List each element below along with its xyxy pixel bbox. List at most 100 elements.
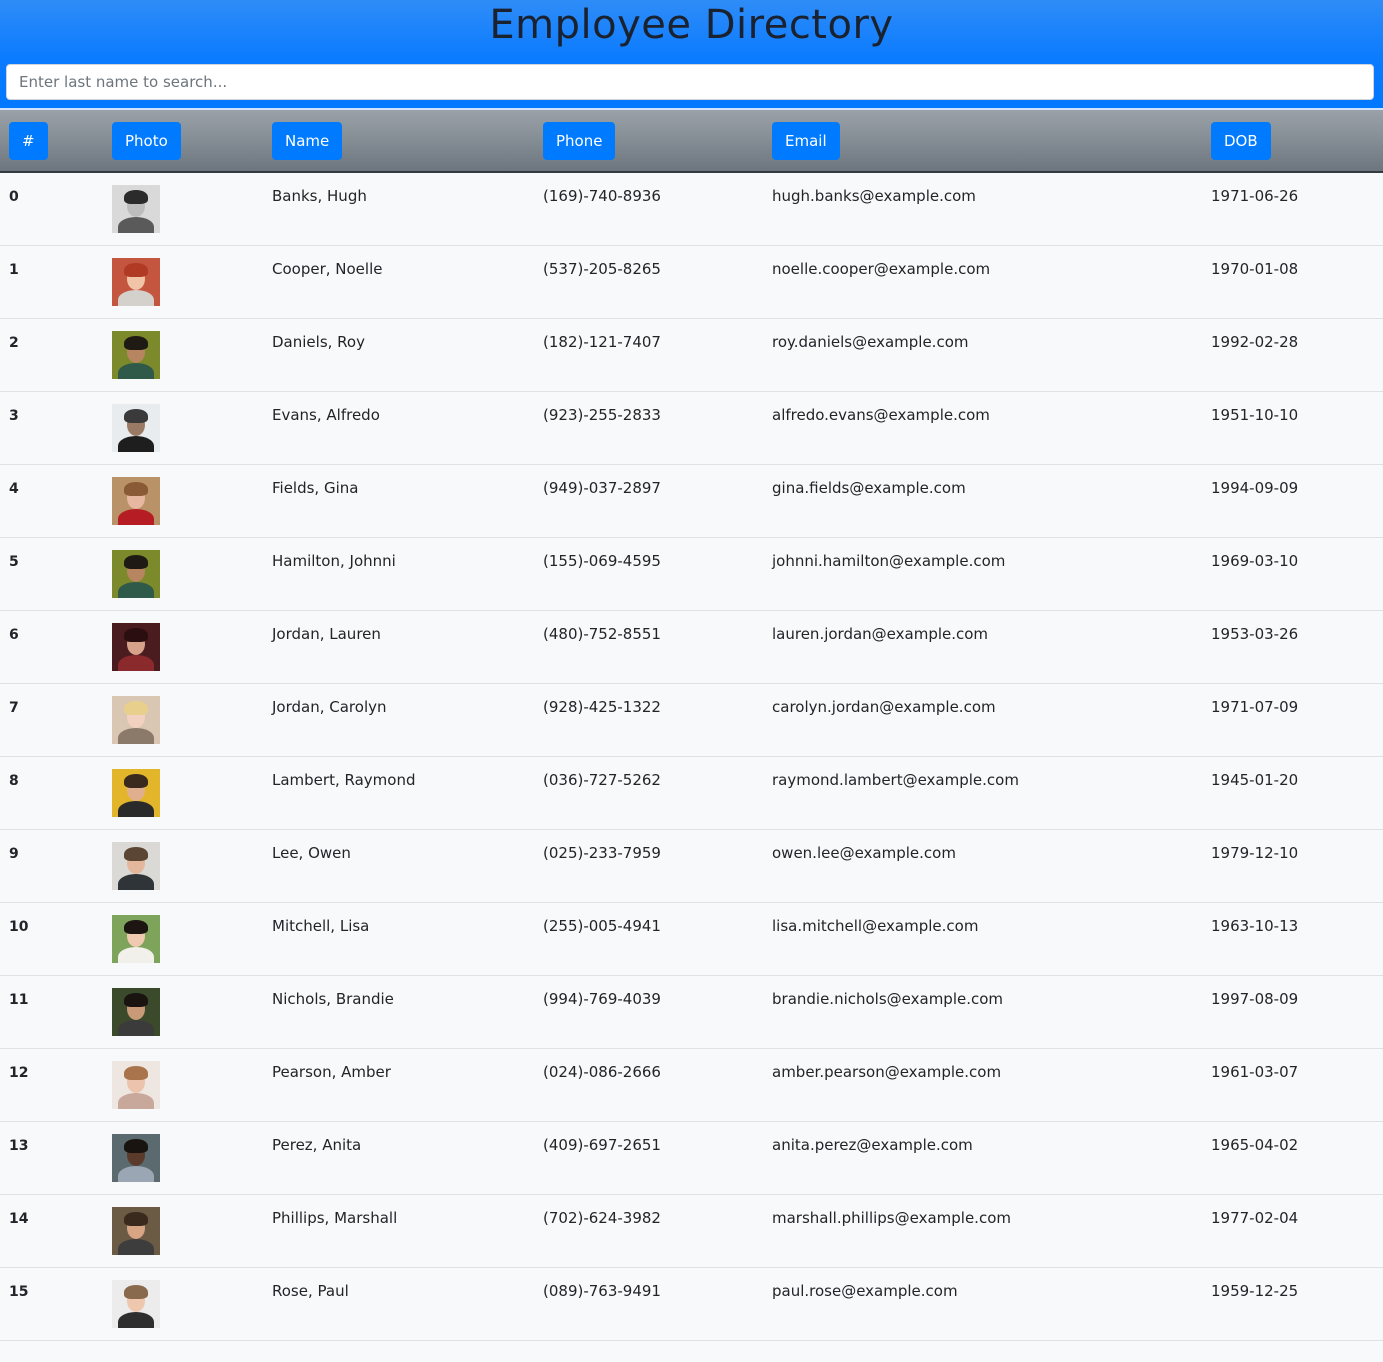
table-row: 7 Jordan, Carolyn (928)-425-1322 carolyn.jo… — [0, 683, 1383, 756]
row-index: 7 — [9, 699, 19, 716]
name-cell: Jordan, Carolyn — [272, 697, 387, 716]
header-row: # Photo Name Phone Email DOB — [0, 110, 1383, 173]
row-index: 2 — [9, 334, 19, 351]
name-cell: Evans, Alfredo — [272, 405, 380, 424]
avatar — [112, 987, 160, 1036]
email-cell: lauren.jordan@example.com — [772, 624, 989, 643]
table-row: 14 Phillips, Marshall (702)-624-3982 marsha… — [0, 1194, 1383, 1267]
email-cell: amber.pearson@example.com — [772, 1062, 1002, 1081]
photo-cell — [103, 829, 263, 902]
sort-dob-button[interactable]: DOB — [1211, 121, 1271, 160]
name-cell: Banks, Hugh — [272, 187, 367, 205]
dob-cell: 1963-10-13 — [1211, 916, 1299, 935]
photo-cell — [103, 172, 263, 245]
photo-cell — [103, 1048, 263, 1121]
row-index: 6 — [9, 626, 19, 643]
email-cell: johnni.hamilton@example.com — [772, 551, 1006, 570]
name-cell: Perez, Anita — [272, 1135, 362, 1154]
dob-cell: 1971-07-09 — [1211, 697, 1299, 716]
avatar-hair — [124, 335, 148, 350]
sort-photo-button[interactable]: Photo — [112, 121, 181, 160]
dob-cell: 1971-06-26 — [1211, 187, 1299, 205]
avatar-hair — [124, 1284, 148, 1299]
header-cell-name: Name — [263, 110, 534, 173]
avatar-body — [118, 1311, 154, 1328]
name-cell: Nichols, Brandie — [272, 989, 394, 1008]
row-index: 14 — [9, 1210, 29, 1227]
avatar-hair — [124, 262, 148, 277]
dob-cell: 1970-01-08 — [1211, 259, 1299, 278]
dob-cell: 1965-04-02 — [1211, 1135, 1299, 1154]
dob-cell: 1992-02-28 — [1211, 332, 1299, 351]
header-cell-photo: Photo — [103, 110, 263, 173]
table-row: 9 Lee, Owen (025)-233-7959 owen.lee@example… — [0, 829, 1383, 902]
email-cell: owen.lee@example.com — [772, 843, 956, 862]
avatar — [112, 403, 160, 452]
sort-index-button[interactable]: # — [9, 121, 48, 160]
row-index: 4 — [9, 480, 19, 497]
photo-cell — [103, 975, 263, 1048]
avatar — [112, 622, 160, 671]
row-index: 12 — [9, 1064, 29, 1081]
phone-cell: (089)-763-9491 — [543, 1281, 661, 1300]
sort-email-button[interactable]: Email — [772, 121, 840, 160]
photo-cell — [103, 1121, 263, 1194]
dob-cell: 1994-09-09 — [1211, 478, 1299, 497]
phone-cell: (036)-727-5262 — [543, 770, 661, 789]
photo-cell — [103, 1194, 263, 1267]
email-cell: anita.perez@example.com — [772, 1135, 973, 1154]
table-row: 2 Daniels, Roy (182)-121-7407 roy.daniels@e… — [0, 318, 1383, 391]
name-cell: Fields, Gina — [272, 478, 359, 497]
avatar — [112, 768, 160, 817]
email-cell: alfredo.evans@example.com — [772, 405, 990, 424]
search-container — [6, 64, 1374, 100]
table-row: 1 Cooper, Noelle (537)-205-8265 noelle.coop… — [0, 245, 1383, 318]
row-index: 11 — [9, 991, 29, 1008]
page-header: Employee Directory — [0, 0, 1383, 110]
avatar-hair — [124, 1065, 148, 1080]
avatar-body — [118, 727, 154, 744]
photo-cell — [103, 537, 263, 610]
header-cell-index: # — [0, 110, 103, 173]
dob-cell: 1977-02-04 — [1211, 1208, 1299, 1227]
avatar-hair — [124, 992, 148, 1007]
row-index: 10 — [9, 918, 29, 935]
avatar — [112, 841, 160, 890]
search-input[interactable] — [6, 64, 1374, 100]
sort-name-button[interactable]: Name — [272, 121, 343, 160]
dob-cell: 1945-01-20 — [1211, 770, 1299, 789]
row-index: 13 — [9, 1137, 29, 1154]
name-cell: Daniels, Roy — [272, 332, 365, 351]
avatar — [112, 476, 160, 525]
dob-cell: 1951-10-10 — [1211, 405, 1299, 424]
photo-cell — [103, 318, 263, 391]
phone-cell: (255)-005-4941 — [543, 916, 661, 935]
sort-phone-button[interactable]: Phone — [543, 121, 616, 160]
avatar — [112, 185, 160, 233]
table-row: 10 Mitchell, Lisa (255)-005-4941 lisa.mitch… — [0, 902, 1383, 975]
avatar-body — [118, 508, 154, 525]
name-cell: Cooper, Noelle — [272, 259, 383, 278]
phone-cell: (994)-769-4039 — [543, 989, 661, 1008]
phone-cell: (155)-069-4595 — [543, 551, 661, 570]
avatar-hair — [124, 773, 148, 788]
row-index: 1 — [9, 261, 19, 278]
table-row: 4 Fields, Gina (949)-037-2897 gina.fields@e… — [0, 464, 1383, 537]
phone-cell: (702)-624-3982 — [543, 1208, 661, 1227]
header-cell-phone: Phone — [534, 110, 763, 173]
photo-cell — [103, 391, 263, 464]
email-cell: marshall.phillips@example.com — [772, 1208, 1011, 1227]
email-cell: paul.rose@example.com — [772, 1281, 958, 1300]
row-index: 0 — [9, 189, 19, 205]
table-row: 0 Banks, Hugh (169)-740-8936 hugh.banks@exa… — [0, 172, 1383, 245]
table-row: 8 Lambert, Raymond (036)-727-5262 raymond.l… — [0, 756, 1383, 829]
table-row: 5 Hamilton, Johnni (155)-069-4595 johnni.ha… — [0, 537, 1383, 610]
avatar-body — [118, 654, 154, 671]
table-row: 6 Jordan, Lauren (480)-752-8551 lauren.jord… — [0, 610, 1383, 683]
name-cell: Mitchell, Lisa — [272, 916, 370, 935]
header-cell-email: Email — [763, 110, 1202, 173]
avatar-body — [118, 362, 154, 379]
avatar — [112, 257, 160, 306]
name-cell: Hamilton, Johnni — [272, 551, 396, 570]
email-cell: roy.daniels@example.com — [772, 332, 969, 351]
